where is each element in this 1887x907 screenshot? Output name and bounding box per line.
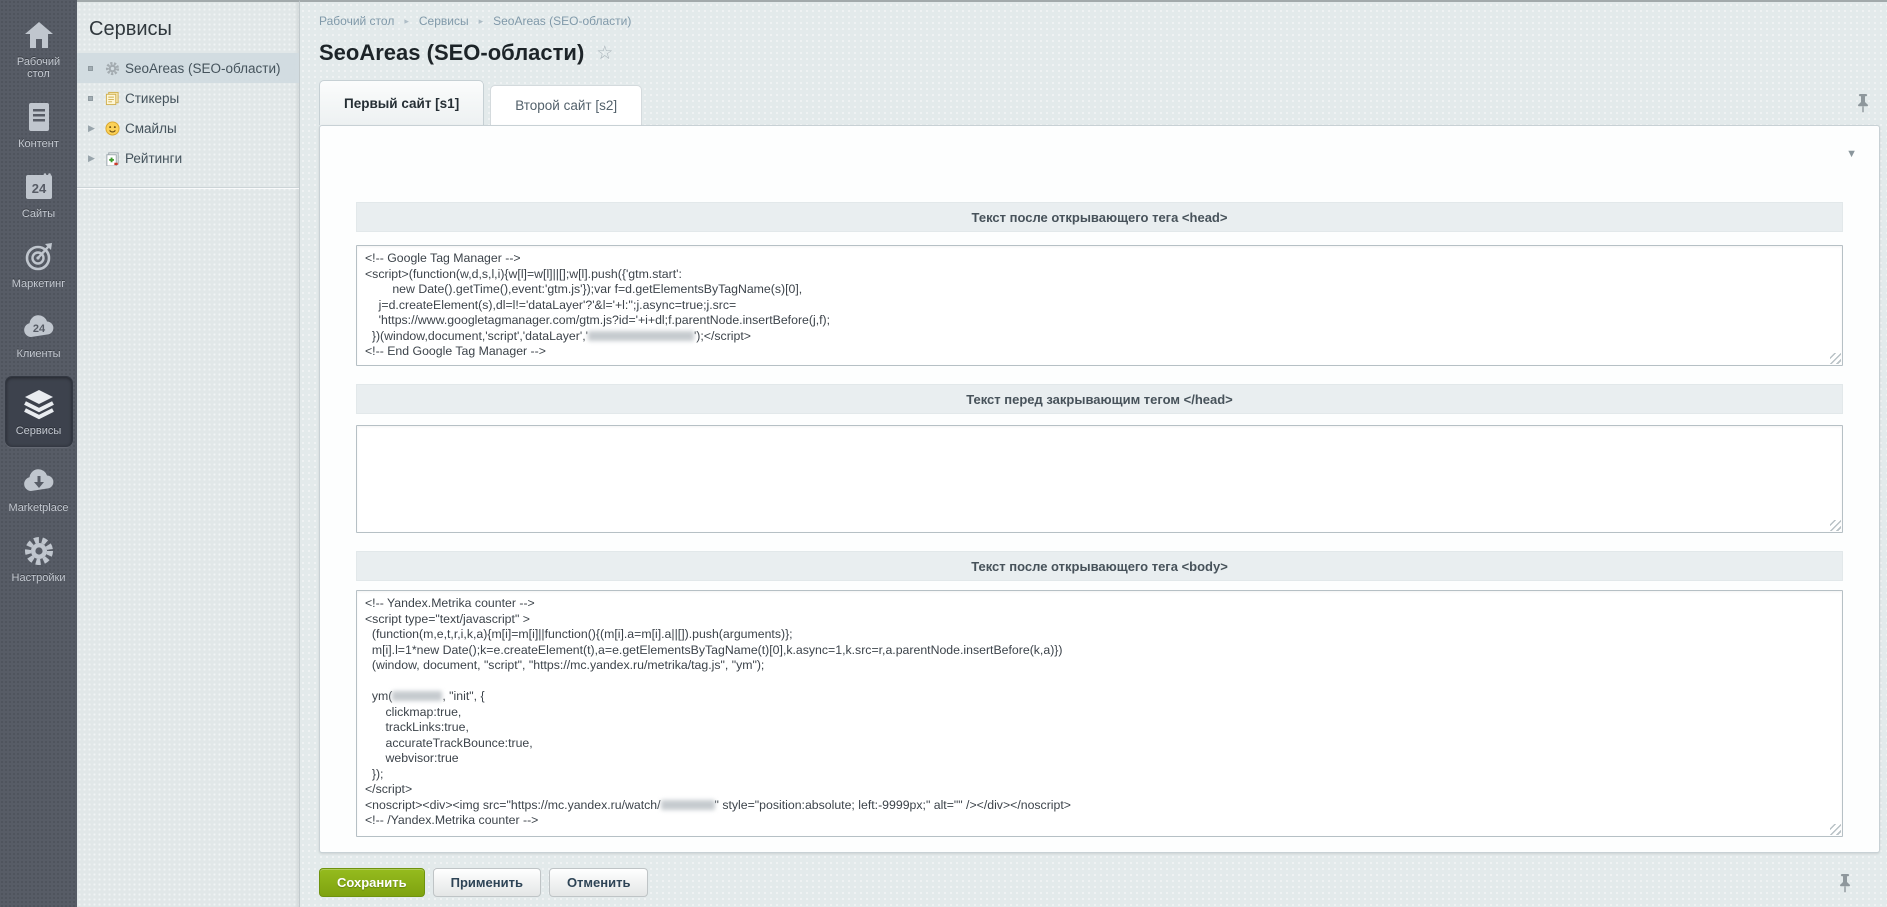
- chevron-right-icon: ▸: [469, 16, 494, 27]
- menu-item-smiles[interactable]: ▶ Смайлы: [77, 113, 299, 143]
- sidebar-item-sites[interactable]: 24 Сайты: [5, 164, 73, 225]
- bullet-icon: [88, 66, 101, 71]
- save-button[interactable]: Сохранить: [319, 868, 425, 897]
- home-icon: [23, 18, 55, 52]
- sidebar-item-clients[interactable]: 24 Клиенты: [5, 304, 73, 365]
- menu-item-seoareas[interactable]: SeoAreas (SEO-области): [77, 53, 299, 83]
- breadcrumb-services[interactable]: Сервисы: [419, 14, 469, 28]
- sidebar-item-settings[interactable]: Настройки: [5, 528, 73, 589]
- sidebar-item-label: Marketplace: [9, 502, 69, 514]
- menu-item-ratings[interactable]: ▶ Рейтинги: [77, 143, 299, 173]
- gear-icon: [101, 61, 123, 76]
- menu-item-label: Стикеры: [123, 91, 179, 106]
- sidebar-item-label: Сайты: [22, 208, 55, 220]
- cloud-24-icon: 24: [22, 310, 56, 344]
- svg-text:24: 24: [32, 323, 45, 335]
- browser-24-icon: 24: [23, 170, 55, 204]
- collapse-chevron-icon[interactable]: ▼: [1846, 148, 1857, 160]
- sidebar-item-label: Контент: [18, 138, 59, 150]
- textarea-before-head-close[interactable]: [356, 425, 1843, 533]
- breadcrumb-desktop[interactable]: Рабочий стол: [319, 14, 394, 28]
- pin-icon[interactable]: [1838, 874, 1852, 898]
- sidebar-item-label: Маркетинг: [12, 278, 65, 290]
- sidebar-item-marketplace[interactable]: Marketplace: [5, 458, 73, 519]
- section-header-after-head: Текст после открывающего тега <head>: [356, 202, 1843, 232]
- section-header-after-body: Текст после открывающего тега <body>: [356, 551, 1843, 581]
- textarea-after-body[interactable]: <!-- Yandex.Metrika counter --><script t…: [356, 590, 1843, 837]
- sidebar-item-desktop[interactable]: Рабочий стол: [5, 12, 73, 85]
- tab-second-site[interactable]: Второй сайт [s2]: [490, 85, 642, 125]
- services-menu-panel: Сервисы SeoAreas (SEO-области) Стикеры ▶…: [77, 0, 300, 907]
- page-title: SeoAreas (SEO-области): [319, 40, 584, 66]
- target-icon: [23, 240, 55, 274]
- smiley-icon: [101, 121, 123, 136]
- left-icon-sidebar: Рабочий стол Контент 24 Сайты Маркетинг …: [0, 0, 77, 907]
- main-workspace: Рабочий стол ▸ Сервисы ▸ SeoAreas (SEO-о…: [300, 0, 1887, 907]
- svg-text:24: 24: [31, 181, 46, 196]
- sidebar-item-marketing[interactable]: Маркетинг: [5, 234, 73, 295]
- rating-plus-icon: [101, 151, 123, 166]
- section-header-before-head-close: Текст перед закрывающим тегом </head>: [356, 384, 1843, 414]
- sidebar-item-label: Настройки: [12, 572, 66, 584]
- menu-item-label: Рейтинги: [123, 151, 182, 166]
- document-icon: [26, 100, 52, 134]
- sidebar-item-content[interactable]: Контент: [5, 94, 73, 155]
- chevron-right-icon: ▶: [88, 123, 101, 134]
- chevron-right-icon: ▸: [394, 16, 419, 27]
- pin-icon[interactable]: [1856, 94, 1870, 118]
- redacted-value: [392, 691, 442, 701]
- menu-item-label: SeoAreas (SEO-области): [123, 61, 281, 76]
- sidebar-item-label: Сервисы: [16, 425, 62, 437]
- form-buttons: Сохранить Применить Отменить: [319, 868, 1880, 897]
- menu-item-label: Смайлы: [123, 121, 177, 136]
- menu-divider: [77, 187, 299, 188]
- favorite-star-icon[interactable]: ☆: [596, 42, 613, 65]
- chevron-right-icon: ▶: [88, 153, 101, 164]
- cloud-download-icon: [22, 464, 56, 498]
- redacted-value: [661, 800, 715, 810]
- tab-first-site[interactable]: Первый сайт [s1]: [319, 80, 484, 125]
- form-panel: ▼ Текст после открывающего тега <head> <…: [319, 125, 1880, 853]
- site-tabs: Первый сайт [s1] Второй сайт [s2]: [319, 80, 1880, 125]
- app-root: Рабочий стол Контент 24 Сайты Маркетинг …: [0, 0, 1887, 907]
- breadcrumb: Рабочий стол ▸ Сервисы ▸ SeoAreas (SEO-о…: [319, 2, 1880, 28]
- cancel-button[interactable]: Отменить: [549, 868, 649, 897]
- textarea-after-head[interactable]: <!-- Google Tag Manager --><script>(func…: [356, 245, 1843, 366]
- gear-icon: [23, 534, 55, 568]
- apply-button[interactable]: Применить: [433, 868, 541, 897]
- sidebar-item-label: Клиенты: [16, 348, 60, 360]
- bullet-icon: [88, 96, 101, 101]
- breadcrumb-seoareas[interactable]: SeoAreas (SEO-области): [493, 14, 631, 28]
- sidebar-item-services[interactable]: Сервисы: [5, 376, 73, 447]
- sidebar-item-label: Рабочий стол: [7, 56, 71, 80]
- stickers-icon: [101, 91, 123, 106]
- menu-title: Сервисы: [77, 2, 299, 53]
- layers-icon: [22, 387, 56, 421]
- redacted-value: [588, 331, 694, 341]
- menu-item-stickers[interactable]: Стикеры: [77, 83, 299, 113]
